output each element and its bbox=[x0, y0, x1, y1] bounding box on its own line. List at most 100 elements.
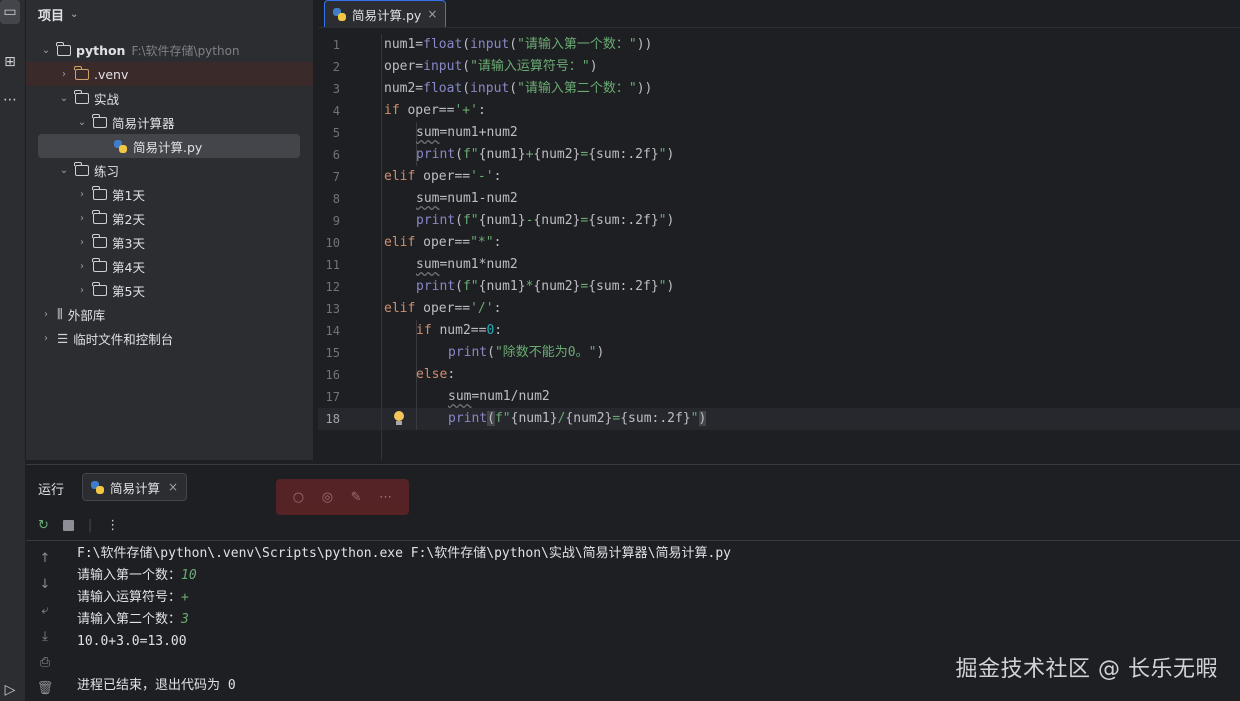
code-token: float bbox=[423, 37, 463, 52]
code-token: {sum:.2f} bbox=[588, 279, 659, 294]
tab-label: 简易计算.py bbox=[352, 7, 422, 23]
code-line-16: else: bbox=[416, 364, 455, 386]
tree-item-venv[interactable]: › .venv bbox=[56, 62, 128, 86]
tree-item-label: 第5天 bbox=[112, 283, 145, 299]
tree-item-calculator-file[interactable]: 简易计算.py bbox=[114, 134, 202, 158]
code-token: ( bbox=[462, 81, 471, 96]
close-icon[interactable]: × bbox=[427, 7, 437, 21]
chevron-down-icon[interactable]: ⌄ bbox=[70, 9, 78, 20]
code-line-7: elif oper=='-': bbox=[384, 166, 501, 188]
print-icon[interactable]: ⎙ bbox=[36, 655, 54, 670]
console-input: 10 bbox=[181, 568, 197, 583]
line-number: 16 bbox=[325, 368, 340, 382]
close-icon[interactable]: × bbox=[168, 480, 178, 494]
project-header[interactable]: 项目 ⌄ bbox=[26, 0, 313, 28]
tree-item-shizhan[interactable]: ⌄ 实战 bbox=[56, 86, 119, 110]
soft-wrap-icon[interactable]: ⤶ bbox=[36, 603, 54, 618]
chevron-right-icon[interactable]: › bbox=[38, 333, 54, 344]
tree-item-day1[interactable]: › 第1天 bbox=[74, 182, 145, 206]
trash-icon[interactable]: 🗑 bbox=[36, 681, 54, 696]
chevron-right-icon[interactable]: › bbox=[74, 285, 90, 296]
search-icon[interactable]: ○ bbox=[293, 490, 304, 505]
tree-item-python[interactable]: ⌄ python F:\软件存储\python bbox=[38, 38, 240, 62]
rerun-icon[interactable]: ↻ bbox=[38, 518, 49, 533]
tree-item-day2[interactable]: › 第2天 bbox=[74, 206, 145, 230]
code-token: {sum:.2f} bbox=[588, 147, 659, 162]
run-panel-title: 运行 bbox=[38, 483, 65, 498]
pen-icon[interactable]: ✎ bbox=[351, 490, 362, 505]
folder-icon bbox=[56, 41, 71, 56]
chevron-down-icon[interactable]: ⌄ bbox=[74, 117, 90, 128]
chevron-right-icon[interactable]: › bbox=[38, 309, 54, 320]
tree-item-label: 第3天 bbox=[112, 235, 145, 251]
code-token: '-' bbox=[470, 169, 494, 184]
code-token: =num1/num2 bbox=[471, 389, 550, 404]
structure-icon[interactable]: ⊞ bbox=[0, 50, 20, 74]
code-token: if bbox=[384, 103, 400, 118]
folder-icon bbox=[92, 185, 107, 200]
code-token: "*" bbox=[470, 235, 494, 250]
code-token: sum bbox=[416, 191, 440, 206]
chevron-right-icon[interactable]: › bbox=[74, 213, 90, 224]
folder-icon bbox=[92, 257, 107, 272]
more-vertical-icon[interactable]: ⋮ bbox=[106, 518, 119, 533]
run-tab-calculator[interactable]: 简易计算 × bbox=[82, 473, 188, 501]
chevron-right-icon[interactable]: › bbox=[74, 237, 90, 248]
code-line-18: print(f"{num1}/{num2}={sum:.2f}") bbox=[448, 408, 707, 430]
tree-item-scratches[interactable]: › ☰ 临时文件和控制台 bbox=[38, 326, 173, 350]
code-line-9: print(f"{num1}-{num2}={sum:.2f}") bbox=[416, 210, 674, 232]
code-token: "除数不能为0。" bbox=[494, 345, 597, 360]
code-token: ( bbox=[462, 59, 471, 74]
code-line-1: num1=float(input("请输入第一个数：")) bbox=[384, 34, 652, 56]
code-token: =num1-num2 bbox=[439, 191, 518, 206]
chevron-right-icon[interactable]: › bbox=[74, 261, 90, 272]
chevron-right-icon[interactable]: › bbox=[74, 189, 90, 200]
console-exit-message: 进程已结束，退出代码为 0 bbox=[77, 678, 236, 693]
console-input: + bbox=[181, 590, 189, 605]
chevron-down-icon[interactable]: ⌄ bbox=[56, 93, 72, 104]
more-icon[interactable]: ⋯ bbox=[0, 88, 20, 112]
chevron-down-icon[interactable]: ⌄ bbox=[38, 45, 54, 56]
tree-item-day5[interactable]: › 第5天 bbox=[74, 278, 145, 302]
python-file-icon bbox=[333, 7, 346, 21]
code-token: if bbox=[416, 323, 432, 338]
code-token: ( bbox=[455, 213, 463, 228]
code-token: {sum:.2f} bbox=[620, 411, 691, 426]
arrow-up-icon[interactable]: ↑ bbox=[36, 551, 54, 566]
run-header: 运行 简易计算 × ○ ◎ ✎ ⋯ bbox=[26, 465, 1240, 515]
tree-item-day4[interactable]: › 第4天 bbox=[74, 254, 145, 278]
console-result: 10.0+3.0=13.00 bbox=[77, 634, 187, 649]
tree-item-label: 第4天 bbox=[112, 259, 145, 275]
tree-item-external-libraries[interactable]: › ⫼ 外部库 bbox=[38, 302, 105, 326]
line-number: 17 bbox=[325, 390, 340, 404]
tree-item-label: 第2天 bbox=[112, 211, 145, 227]
code-area[interactable]: num1=float(input("请输入第一个数：")) oper=input… bbox=[384, 34, 1240, 460]
code-token: {num2} bbox=[533, 147, 581, 162]
line-number: 2 bbox=[332, 60, 340, 74]
console-line: 请输入运算符号：+ bbox=[77, 587, 189, 609]
code-line-12: print(f"{num1}*{num2}={sum:.2f}") bbox=[416, 276, 674, 298]
run-icon[interactable]: ▷ bbox=[0, 678, 20, 701]
tab-calculator-py[interactable]: 简易计算.py × bbox=[324, 0, 447, 27]
project-panel: 项目 ⌄ ⌄ python F:\软件存储\python › .venv ⌄ 实… bbox=[26, 0, 313, 460]
code-token: ) bbox=[666, 279, 675, 294]
console-line: 请输入第一个数：10 bbox=[77, 565, 197, 587]
stop-icon[interactable] bbox=[62, 520, 74, 531]
tree-item-day3[interactable]: › 第3天 bbox=[74, 230, 145, 254]
tree-item-calculator-folder[interactable]: ⌄ 简易计算器 bbox=[74, 110, 175, 134]
code-token: ( bbox=[487, 411, 495, 426]
chevron-right-icon[interactable]: › bbox=[56, 69, 72, 80]
line-number: 13 bbox=[325, 302, 340, 316]
code-line-8: sum=num1-num2 bbox=[416, 188, 518, 210]
code-token: '/' bbox=[470, 301, 494, 316]
chevron-down-icon[interactable]: ⌄ bbox=[56, 165, 72, 176]
arrow-down-icon[interactable]: ↓ bbox=[36, 577, 54, 592]
code-token: {sum:.2f} bbox=[588, 213, 659, 228]
more-icon[interactable]: ⋯ bbox=[379, 490, 392, 505]
ai-icon[interactable]: ◎ bbox=[322, 490, 333, 505]
scroll-to-end-icon[interactable]: ⤓ bbox=[36, 629, 54, 644]
code-token: f" bbox=[462, 279, 479, 294]
tree-item-lianxi[interactable]: ⌄ 练习 bbox=[56, 158, 119, 182]
folder-icon[interactable]: ▭ bbox=[0, 0, 20, 24]
line-number: 7 bbox=[332, 170, 340, 184]
